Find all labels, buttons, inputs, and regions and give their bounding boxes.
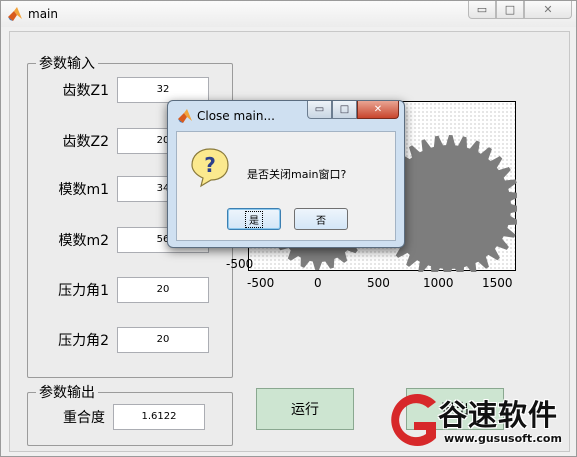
minimize-button[interactable]: ▭: [468, 1, 496, 19]
dialog-body: ? 是否关闭main窗口? 是 否: [176, 131, 396, 241]
matlab-logo-icon: [178, 109, 192, 123]
watermark-url: www.gususoft.com: [444, 432, 562, 445]
param-label: 压力角1: [58, 283, 109, 299]
window-title: main: [28, 7, 58, 21]
window-controls: ▭ □ ✕: [468, 1, 572, 19]
param-label: 模数m2: [58, 233, 109, 249]
param-label: 压力角2: [58, 333, 109, 349]
no-button-label: 否: [316, 215, 326, 227]
x-tick-label: -500: [247, 276, 275, 290]
x-tick-label: 1500: [482, 276, 513, 290]
run-button[interactable]: 运行: [256, 388, 354, 430]
pressure-angle-1-input[interactable]: 20: [117, 277, 209, 303]
question-icon: ?: [191, 148, 229, 188]
yes-button[interactable]: 是: [227, 208, 281, 230]
maximize-button[interactable]: □: [496, 1, 524, 19]
maximize-icon: □: [339, 104, 350, 115]
title-bar[interactable]: main ▭ □ ✕: [1, 1, 576, 27]
close-confirm-dialog: Close main... ▭ □ ✕ ? 是否关闭main窗口? 是 否: [167, 100, 405, 248]
param-row-contact-ratio: 重合度 1.6122: [37, 404, 205, 430]
param-row-alpha2: 压力角2 20: [51, 327, 209, 353]
minimize-icon: ▭: [314, 104, 325, 115]
matlab-logo-icon: [8, 7, 22, 21]
x-tick-label: 500: [367, 276, 390, 290]
input-panel-title: 参数输入: [39, 56, 95, 72]
contact-ratio-output: 1.6122: [113, 404, 205, 430]
param-label: 齿数Z1: [62, 83, 110, 99]
x-tick-label: 1000: [423, 276, 454, 290]
close-icon: ✕: [543, 3, 553, 16]
param-label: 模数m1: [58, 182, 109, 198]
dialog-window-controls: ▭ □ ✕: [307, 101, 399, 119]
svg-text:?: ?: [204, 153, 216, 177]
param-label: 重合度: [63, 410, 105, 426]
watermark-brand: 谷速软件: [438, 398, 559, 432]
yes-button-label: 是: [245, 210, 263, 228]
param-label: 齿数Z2: [62, 134, 110, 150]
no-button[interactable]: 否: [294, 208, 348, 230]
dialog-message: 是否关闭main窗口?: [247, 168, 347, 181]
pressure-angle-2-input[interactable]: 20: [117, 327, 209, 353]
dialog-maximize-button[interactable]: □: [332, 101, 357, 119]
output-panel-title: 参数输出: [39, 385, 95, 401]
close-icon: ✕: [373, 104, 383, 115]
brand-logo-icon: [391, 394, 436, 446]
dialog-title: Close main...: [197, 109, 275, 123]
param-row-alpha1: 压力角1 20: [51, 277, 209, 303]
run-button-label: 运行: [291, 402, 319, 418]
minimize-icon: ▭: [476, 3, 488, 16]
x-tick-label: 0: [314, 276, 322, 290]
y-tick-label: -500: [226, 257, 254, 271]
dialog-close-button[interactable]: ✕: [357, 101, 399, 119]
maximize-icon: □: [504, 3, 516, 16]
watermark: 谷速软件 www.gususoft.com: [384, 386, 577, 457]
dialog-minimize-button[interactable]: ▭: [307, 101, 332, 119]
close-button[interactable]: ✕: [524, 1, 572, 19]
